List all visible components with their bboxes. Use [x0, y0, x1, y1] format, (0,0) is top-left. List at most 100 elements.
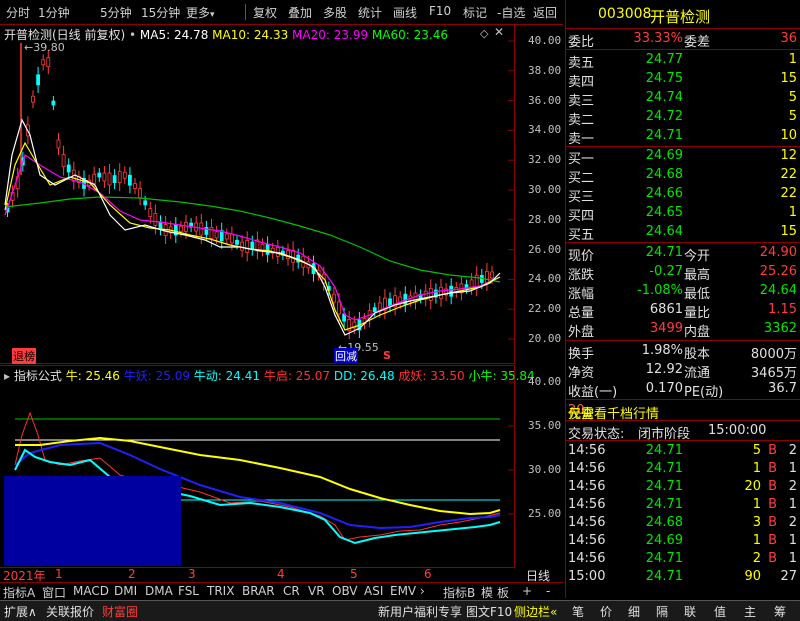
tab-detail[interactable]: 细 — [628, 603, 640, 620]
tick-direction: B — [768, 497, 777, 512]
bookmark-button[interactable]: 标记 — [463, 4, 487, 21]
price-y-axis: 40.00 38.00 36.00 34.00 32.00 30.00 28.00 26.00… — [528, 25, 563, 363]
wealth-circle-button[interactable]: 财富圈 — [102, 603, 138, 620]
tab-emv[interactable]: EMV — [390, 584, 416, 598]
stat-label: 总量 — [568, 306, 595, 321]
tab-more[interactable]: 更多▾ — [186, 4, 215, 21]
tab-window[interactable]: 窗口 — [42, 584, 66, 601]
x-axis-month-4: 4 — [277, 567, 285, 581]
bid-row[interactable]: 买四 24.65 1 — [566, 204, 800, 224]
tab-main[interactable]: 主 — [744, 603, 756, 620]
level2-promo[interactable]: 仅需 20 元查看千档行情 — [566, 401, 800, 422]
tick-count: 2 — [788, 443, 797, 458]
ask-row[interactable]: 卖五 24.77 1 — [566, 51, 800, 71]
tab-template[interactable]: 模 — [481, 584, 493, 601]
tab-linked[interactable]: 联 — [684, 603, 696, 620]
tab-dma[interactable]: DMA — [145, 584, 173, 598]
tick-direction: B — [768, 551, 777, 566]
main-chart-panel[interactable]: 开普检测(日线 前复权) • MA5: 24.78 MA10: 24.33 MA… — [0, 25, 563, 365]
tab-dmi[interactable]: DMI — [114, 584, 137, 598]
fund-label: 流通 — [684, 366, 711, 381]
indicator-grid — [508, 381, 514, 515]
zoom-in-button[interactable]: + — [522, 584, 532, 598]
expand-button[interactable]: 扩展∧ — [4, 603, 37, 620]
tick-time: 15:00 — [568, 569, 606, 584]
bid-volume: 1 — [788, 205, 797, 220]
stat-value: 3499 — [649, 321, 683, 336]
ask-price: 24.74 — [645, 90, 683, 105]
tab-asi[interactable]: ASI — [364, 584, 383, 598]
tab-intraday[interactable]: 分时 — [6, 4, 30, 21]
bid-row[interactable]: 买二 24.68 22 — [566, 166, 800, 186]
ask-level-label: 卖三 — [568, 94, 595, 109]
watchlist-button[interactable]: -自选 — [497, 4, 525, 21]
bid-row[interactable]: 买三 24.66 22 — [566, 185, 800, 205]
tab-chips[interactable]: 筹 — [774, 603, 786, 620]
tab-fsl[interactable]: FSL — [178, 584, 199, 598]
related-quote-button[interactable]: 关联报价 — [46, 603, 94, 620]
ask-row[interactable]: 卖二 24.72 5 — [566, 108, 800, 128]
fund-row: 收益(一) 0.170 PE(动) 36.7 — [566, 380, 800, 400]
ask-row[interactable]: 卖四 24.75 15 — [566, 70, 800, 90]
tab-interval[interactable]: 隔 — [656, 603, 668, 620]
tab-indicator-b[interactable]: 指标B — [443, 584, 475, 601]
f10-button[interactable]: F10 — [429, 4, 451, 18]
stat-label: 现价 — [568, 249, 595, 264]
tab-15min[interactable]: 15分钟 — [141, 4, 180, 21]
ask-price: 24.72 — [645, 109, 683, 124]
tab-brar[interactable]: BRAR — [242, 584, 275, 598]
y-tick-label: 30.00 — [528, 463, 562, 476]
tick-price: 24.69 — [645, 533, 683, 548]
multi-stock-button[interactable]: 多股 — [323, 4, 347, 21]
overlay-button[interactable]: 叠加 — [288, 4, 312, 21]
zoom-out-button[interactable]: - — [546, 584, 550, 598]
draw-line-button[interactable]: 画线 — [393, 4, 417, 21]
bid-level-label: 买四 — [568, 209, 595, 224]
tab-macd[interactable]: MACD — [73, 584, 109, 598]
y-tick-label: 26.00 — [528, 242, 562, 256]
stat-value: -1.08% — [637, 283, 683, 298]
tick-time: 14:56 — [568, 515, 606, 530]
ask-volume: 1 — [788, 52, 797, 67]
tab-scroll-right[interactable]: › — [420, 584, 425, 598]
bid-row[interactable]: 买五 24.64 15 — [566, 223, 800, 243]
bid-price: 24.66 — [645, 186, 683, 201]
candle-body — [61, 154, 66, 168]
candle-body — [41, 59, 46, 66]
tick-volume: 90 — [744, 569, 761, 584]
tab-board[interactable]: 板 — [497, 584, 509, 601]
popup-overlay-box[interactable] — [4, 476, 181, 566]
fund-value: 8000万 — [750, 347, 797, 362]
tab-1min[interactable]: 1分钟 — [38, 4, 70, 21]
tab-5min[interactable]: 5分钟 — [100, 4, 132, 21]
ask-row[interactable]: 卖三 24.74 5 — [566, 89, 800, 109]
trade-status-time: 15:00:00 — [708, 423, 767, 438]
candle-body — [133, 183, 137, 189]
new-user-promo-link[interactable]: 新用户福利专享 — [378, 603, 462, 620]
tab-indicator-a[interactable]: 指标A — [3, 584, 35, 601]
ask-row[interactable]: 卖一 24.71 10 — [566, 127, 800, 147]
graphic-f10-button[interactable]: 图文F10 — [466, 603, 512, 620]
sidebar-toggle-button[interactable]: 侧边栏« — [514, 603, 557, 620]
tab-trix[interactable]: TRIX — [207, 584, 234, 598]
tick-direction: B — [768, 461, 777, 476]
bid-row[interactable]: 买一 24.69 12 — [566, 147, 800, 167]
tick-row: 14:56 24.71 5 B 2 — [566, 442, 800, 460]
fund-value: 12.92 — [645, 362, 683, 377]
tab-obv[interactable]: OBV — [332, 584, 358, 598]
tab-value[interactable]: 值 — [714, 603, 726, 620]
tab-cr[interactable]: CR — [283, 584, 300, 598]
tick-count: 2 — [788, 479, 797, 494]
tab-price[interactable]: 价 — [600, 603, 612, 620]
stats-button[interactable]: 统计 — [358, 4, 382, 21]
tick-volume: 1 — [752, 497, 761, 512]
tick-volume: 3 — [752, 515, 761, 530]
tick-price: 24.71 — [645, 479, 683, 494]
ask-volume: 15 — [780, 71, 797, 86]
back-button[interactable]: 返回 — [533, 4, 557, 21]
stat-label: 外盘 — [568, 325, 595, 340]
tab-trades[interactable]: 笔 — [572, 603, 584, 620]
tab-vr[interactable]: VR — [308, 584, 325, 598]
adjust-price-button[interactable]: 复权 — [253, 4, 277, 21]
candle-body — [199, 222, 204, 236]
